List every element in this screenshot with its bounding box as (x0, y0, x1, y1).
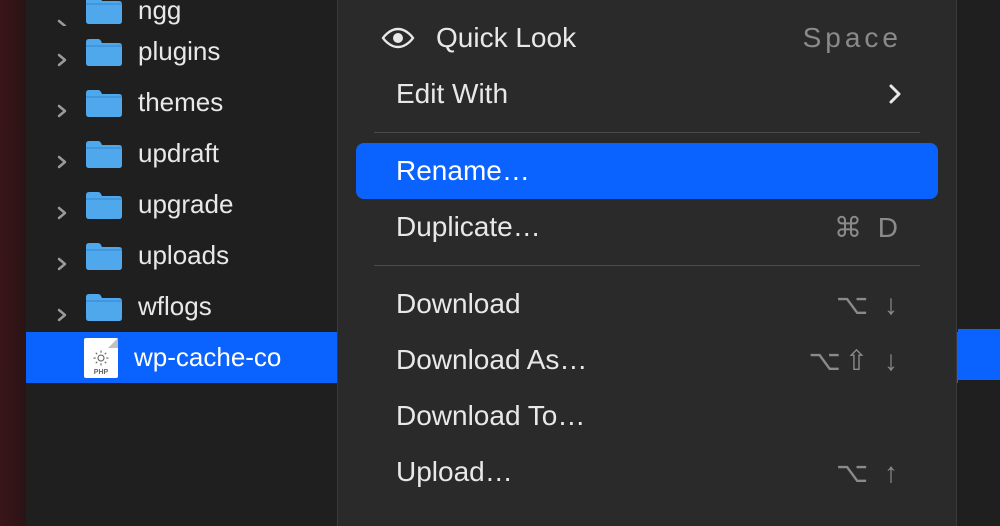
file-name: plugins (138, 36, 220, 67)
selection-highlight-continuation (958, 329, 1000, 380)
file-name: updraft (138, 138, 219, 169)
menu-separator (374, 265, 920, 266)
menu-shortcut: ⌘ D (834, 211, 902, 244)
menu-label: Download To… (396, 400, 902, 432)
chevron-right-icon (54, 248, 70, 264)
folder-icon (84, 87, 124, 119)
chevron-right-icon (54, 146, 70, 162)
menu-item-quick-look[interactable]: Quick Look Space (356, 10, 938, 66)
menu-label: Duplicate… (396, 211, 834, 243)
eye-icon (374, 26, 422, 50)
submenu-chevron-icon (888, 83, 902, 105)
file-name: wflogs (138, 291, 212, 322)
file-name: uploads (138, 240, 229, 271)
chevron-right-icon (54, 299, 70, 315)
menu-separator (374, 132, 920, 133)
folder-icon (84, 291, 124, 323)
php-file-icon: PHP (84, 338, 118, 378)
folder-icon (84, 240, 124, 272)
window-left-edge (0, 0, 26, 526)
menu-item-upload[interactable]: Upload… ⌥ ↑ (356, 444, 938, 500)
folder-icon (84, 0, 124, 26)
menu-label: Rename… (396, 155, 902, 187)
file-name: upgrade (138, 189, 233, 220)
menu-shortcut: Space (803, 22, 902, 54)
chevron-right-icon (54, 95, 70, 111)
menu-shortcut: ⌥⇧ ↓ (808, 344, 902, 377)
folder-icon (84, 138, 124, 170)
chevron-right-icon (54, 44, 70, 60)
menu-shortcut: ⌥ ↑ (836, 456, 902, 489)
menu-label: Upload… (396, 456, 836, 488)
menu-item-edit-with[interactable]: Edit With (356, 66, 938, 122)
file-name: themes (138, 87, 223, 118)
menu-item-download[interactable]: Download ⌥ ↓ (356, 276, 938, 332)
menu-label: Download As… (396, 344, 808, 376)
file-list-right-continuation (958, 0, 1000, 526)
file-name: wp-cache-co (134, 342, 281, 373)
menu-item-download-to[interactable]: Download To… (356, 388, 938, 444)
folder-icon (84, 189, 124, 221)
menu-label: Edit With (396, 78, 888, 110)
menu-item-rename[interactable]: Rename… (356, 143, 938, 199)
menu-item-download-as[interactable]: Download As… ⌥⇧ ↓ (356, 332, 938, 388)
menu-shortcut: ⌥ ↓ (836, 288, 902, 321)
menu-label: Download (396, 288, 836, 320)
chevron-right-icon (54, 10, 70, 26)
menu-item-duplicate[interactable]: Duplicate… ⌘ D (356, 199, 938, 255)
context-menu: Quick Look Space Edit With Rename… Dupli… (337, 0, 957, 526)
folder-icon (84, 36, 124, 68)
file-name: ngg (138, 0, 181, 26)
menu-label: Quick Look (436, 22, 803, 54)
chevron-right-icon (54, 197, 70, 213)
